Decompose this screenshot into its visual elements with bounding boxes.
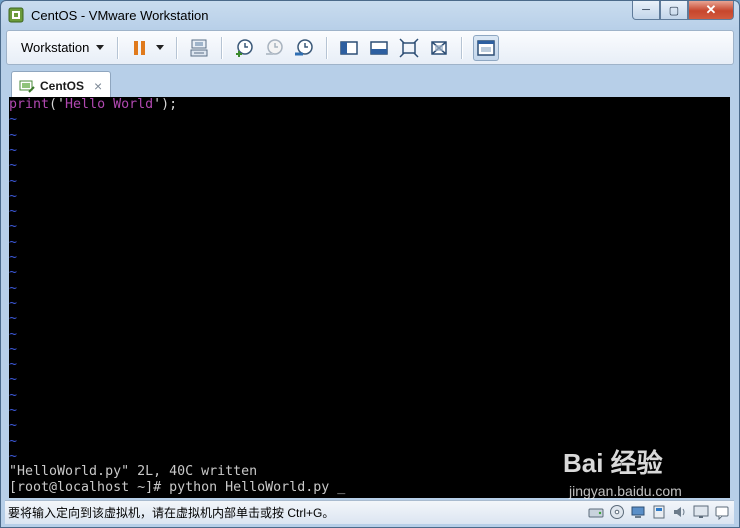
tilde-marker: ~ — [9, 387, 18, 403]
close-icon: ✕ — [705, 2, 717, 17]
code-line: print('Hello World'); — [9, 97, 177, 112]
fullscreen-button[interactable] — [398, 37, 420, 59]
tilde-marker: ~ — [9, 403, 18, 418]
toolbar-divider — [326, 36, 328, 59]
display-icon[interactable] — [693, 504, 709, 520]
tilde-marker: ~ — [9, 204, 18, 220]
tilde-marker: ~ — [9, 234, 18, 250]
chevron-down-icon — [96, 45, 105, 50]
tilde-marker: ~ — [9, 295, 18, 311]
sound-icon[interactable] — [672, 504, 688, 520]
minimize-button[interactable]: ─ — [632, 1, 660, 20]
tilde-marker: ~ — [9, 188, 18, 204]
shell-prompt-line: [root@localhost ~]# python HelloWorld.py… — [9, 480, 345, 495]
take-snapshot-button[interactable] — [233, 37, 255, 59]
tab-label: CentOS — [40, 78, 85, 93]
tilde-marker: ~ — [9, 265, 18, 281]
snapshot-manager-button[interactable] — [293, 37, 315, 59]
sidebar-toggle-button[interactable] — [338, 37, 360, 59]
sidebar-toggle-icon — [340, 40, 359, 55]
text-cursor: _ — [337, 480, 346, 495]
workstation-menu-label: Workstation — [21, 40, 90, 55]
toolbar-divider — [176, 36, 178, 59]
code-close: '); — [153, 97, 178, 112]
toolbar: Workstation — [6, 30, 734, 65]
tilde-marker: ~ — [9, 112, 18, 128]
tab-centos[interactable]: CentOS × — [11, 71, 111, 99]
tilde-marker: ~ — [9, 433, 18, 449]
vm-console[interactable]: print('Hello World'); ~ ~ ~ ~ ~ ~ ~ ~ ~ ~ ~ ~ ~ ~ ~ ~ ~ ~… — [9, 97, 730, 498]
toolbar-divider — [221, 36, 223, 59]
tilde-marker: ~ — [9, 341, 18, 357]
message-icon[interactable] — [714, 504, 730, 520]
window-title: CentOS - VMware Workstation — [31, 8, 209, 23]
tilde-marker: ~ — [9, 280, 18, 296]
tilde-marker: ~ — [9, 158, 18, 174]
vm-icon — [19, 80, 35, 93]
revert-snapshot-button[interactable] — [263, 37, 285, 59]
console-view-button[interactable] — [368, 37, 390, 59]
fullscreen-icon — [399, 37, 419, 58]
thumbnail-view-button[interactable] — [473, 34, 500, 61]
title-bar[interactable]: CentOS - VMware Workstation ─ ▢ ✕ — [1, 1, 739, 31]
snapshot-manager-icon — [295, 38, 314, 55]
vim-status-line: "HelloWorld.py" 2L, 40C written — [9, 464, 258, 479]
power-dropdown-button[interactable] — [155, 37, 165, 59]
tilde-marker: ~ — [9, 357, 18, 373]
tab-close-icon[interactable]: × — [94, 78, 102, 94]
status-bar: 要将输入定向到该虚拟机，请在虚拟机内部单击或按 Ctrl+G。 — [5, 500, 734, 524]
code-func: print — [9, 97, 50, 112]
cd-rom-icon[interactable] — [609, 504, 625, 520]
snapshot-take-icon — [236, 38, 254, 57]
tilde-marker: ~ — [9, 448, 18, 464]
tilde-marker: ~ — [9, 326, 18, 342]
tilde-marker: ~ — [9, 127, 18, 143]
pause-button[interactable] — [129, 37, 151, 59]
send-ctrl-alt-del-button[interactable] — [188, 37, 210, 59]
console-view-icon — [370, 40, 389, 55]
maximize-icon: ▢ — [668, 4, 680, 17]
thumbnail-view-icon — [477, 39, 496, 56]
dropdown-icon — [156, 45, 165, 50]
usb-icon[interactable] — [651, 504, 667, 520]
pause-icon — [134, 40, 146, 55]
snapshot-revert-icon — [266, 38, 284, 55]
network-icon[interactable] — [630, 504, 646, 520]
code-open: (' — [49, 97, 66, 112]
code-string: Hello World — [65, 97, 154, 112]
tilde-marker: ~ — [9, 142, 18, 158]
status-message: 要将输入定向到该虚拟机，请在虚拟机内部单击或按 Ctrl+G。 — [8, 506, 335, 520]
close-button[interactable]: ✕ — [688, 1, 734, 20]
vmware-app-icon — [8, 7, 24, 23]
shell-prompt-text: [root@localhost ~]# python HelloWorld.py — [9, 480, 338, 495]
workstation-menu-button[interactable]: Workstation — [13, 35, 110, 61]
maximize-button[interactable]: ▢ — [660, 1, 688, 20]
tilde-marker: ~ — [9, 173, 18, 189]
toolbar-divider — [117, 36, 119, 59]
tilde-marker: ~ — [9, 418, 18, 434]
send-ctrl-alt-del-icon — [190, 39, 208, 56]
tilde-marker: ~ — [9, 250, 18, 265]
hard-disk-icon[interactable] — [588, 504, 604, 520]
unity-button[interactable] — [428, 37, 450, 59]
tilde-marker: ~ — [9, 372, 18, 388]
vm-tab-strip: CentOS × — [6, 67, 734, 99]
tilde-marker: ~ — [9, 311, 18, 327]
unity-icon — [431, 40, 448, 55]
minimize-icon: ─ — [642, 4, 650, 16]
tilde-marker: ~ — [9, 219, 18, 235]
toolbar-divider — [461, 36, 463, 59]
